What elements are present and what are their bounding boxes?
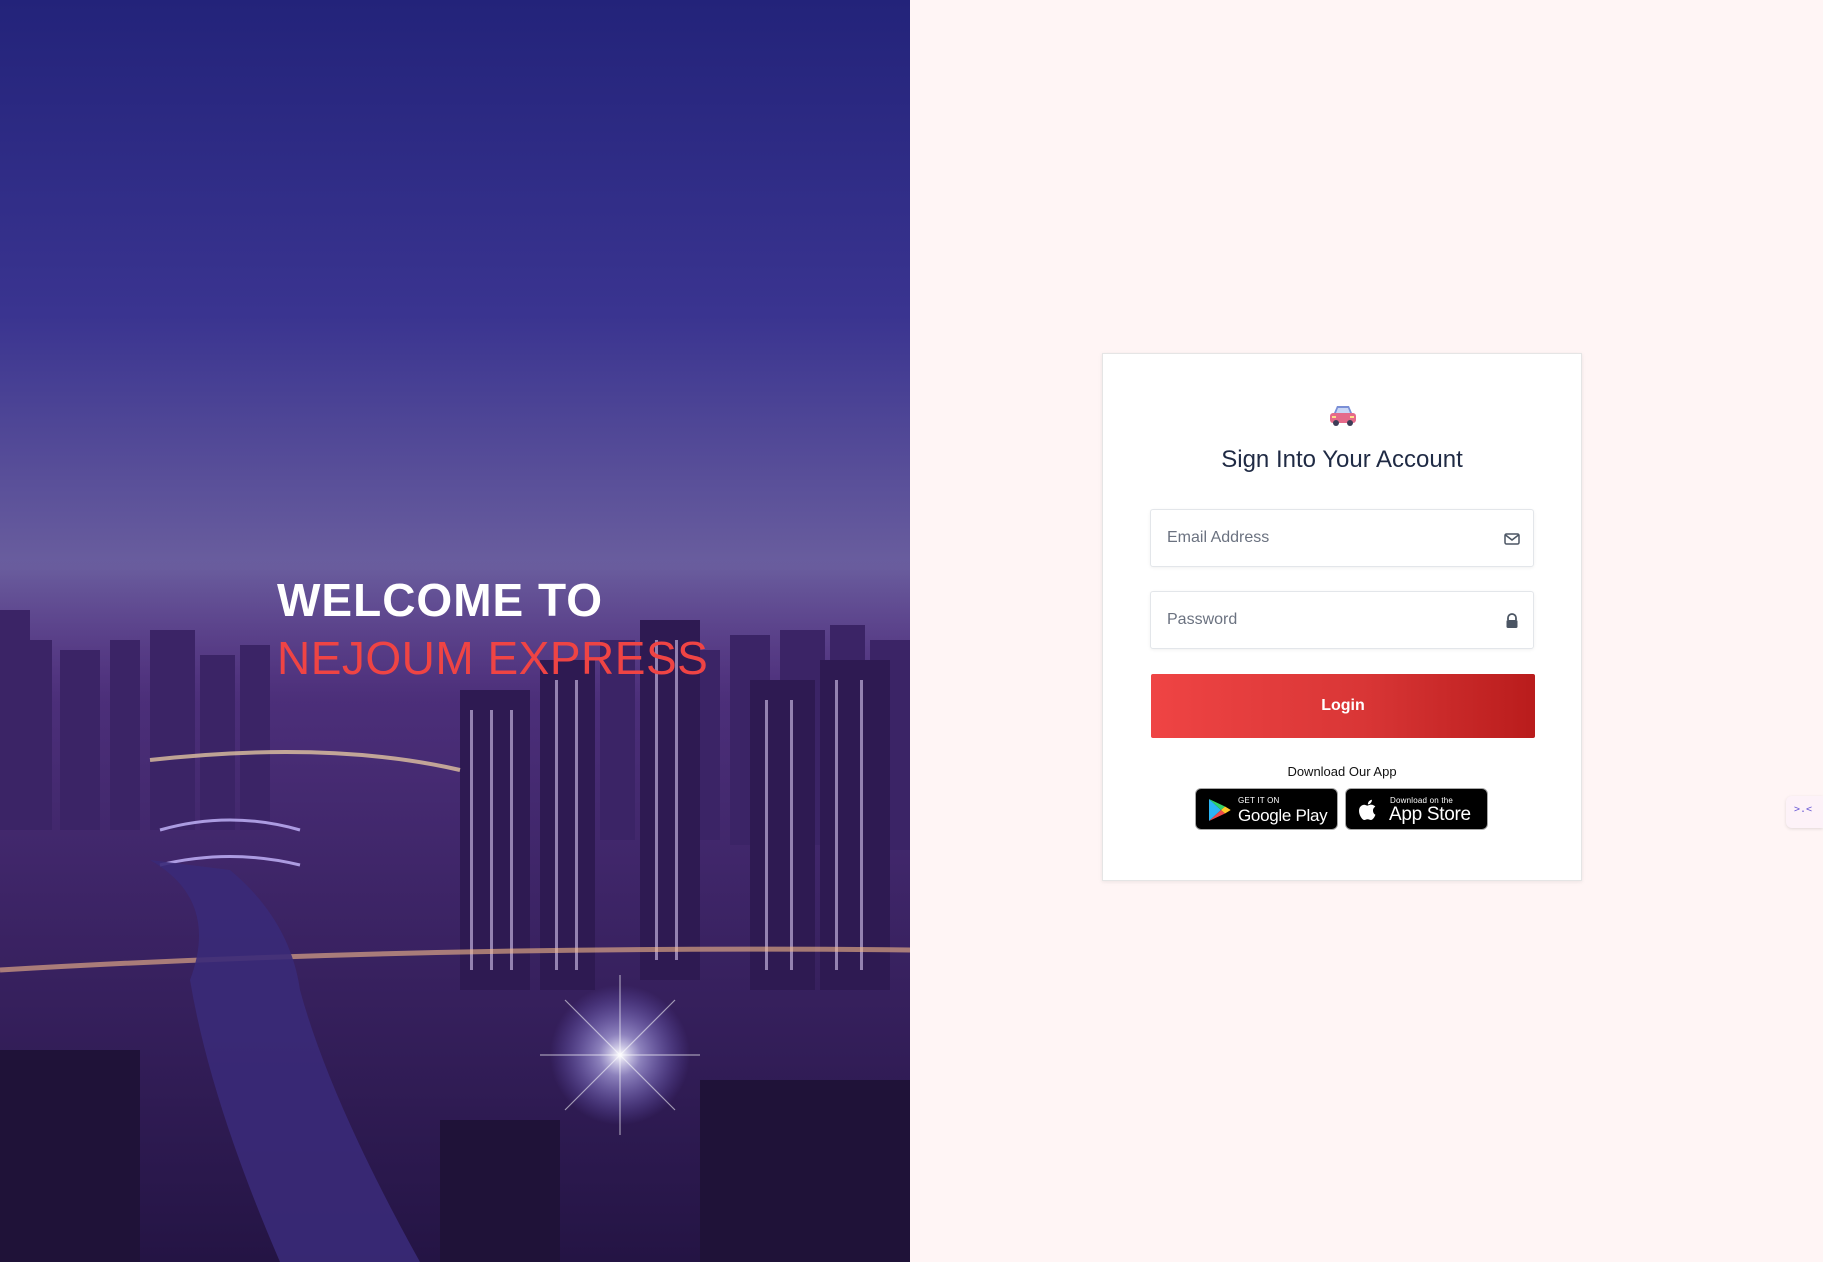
brand-heading: NEJOUM EXPRESS (277, 632, 709, 684)
envelope-icon (1504, 533, 1520, 545)
google-play-small-text: GET IT ON (1238, 796, 1280, 805)
app-store-big-text: App Store (1389, 804, 1471, 825)
email-field[interactable] (1150, 509, 1534, 567)
download-app-label: Download Our App (1287, 764, 1397, 779)
password-field[interactable] (1150, 591, 1534, 649)
floating-widget-tab[interactable]: >.< (1786, 796, 1823, 828)
login-title: Sign Into Your Account (1221, 446, 1463, 473)
password-input[interactable] (1151, 592, 1533, 648)
code-icon: >.< (1794, 804, 1813, 815)
app-store-button[interactable]: Download on the App Store (1345, 788, 1488, 830)
apple-icon (1359, 799, 1376, 821)
lock-icon (1506, 613, 1518, 628)
login-button[interactable]: Login (1151, 674, 1535, 738)
email-input[interactable] (1151, 510, 1533, 566)
google-play-icon (1209, 799, 1231, 821)
car-icon (1330, 406, 1356, 426)
hero-panel: WELCOME TO NEJOUM EXPRESS (0, 0, 910, 1262)
welcome-heading: WELCOME TO (277, 574, 604, 626)
login-card: Sign Into Your Account Login Download Ou… (1102, 353, 1582, 881)
google-play-big-text: Google Play (1238, 806, 1328, 825)
google-play-button[interactable]: GET IT ON Google Play (1195, 788, 1338, 830)
